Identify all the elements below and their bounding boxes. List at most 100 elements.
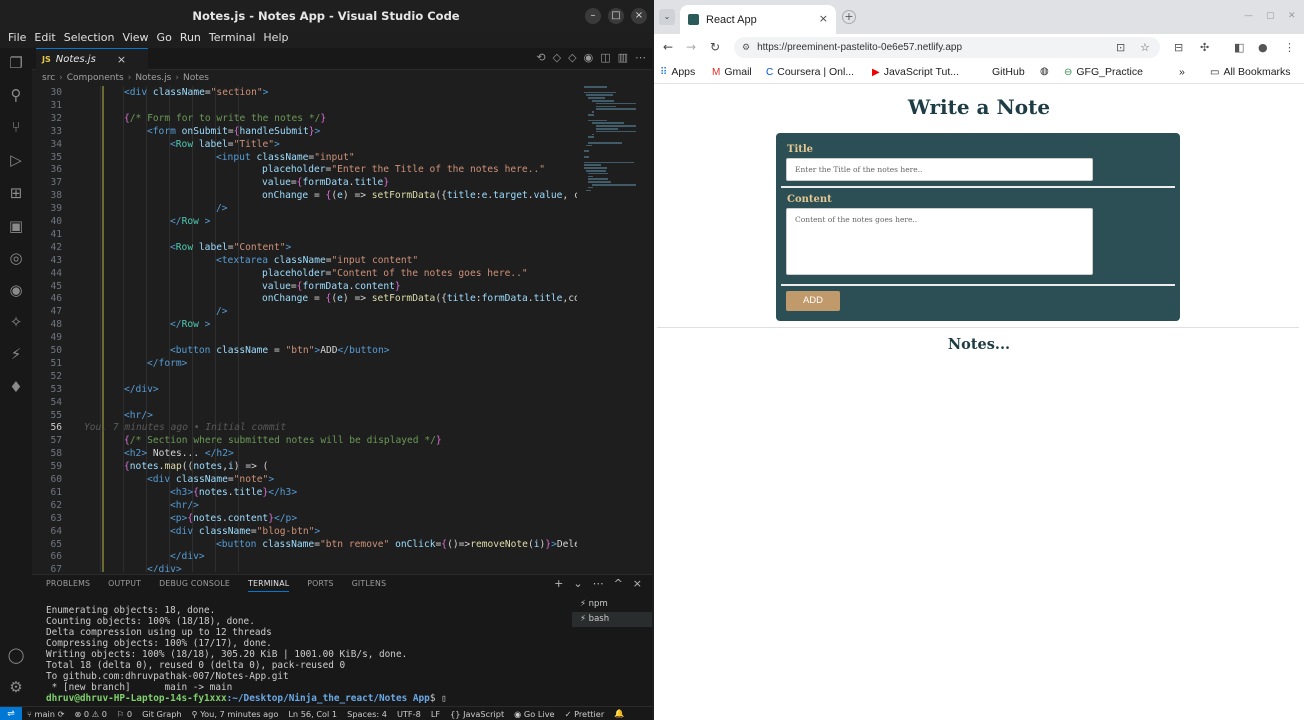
terminal-dropdown-icon[interactable]: ⌄ — [573, 577, 582, 590]
menu-item-selection[interactable]: Selection — [60, 32, 119, 46]
breadcrumb-item[interactable]: Components — [67, 72, 124, 84]
close-panel-icon[interactable]: × — [633, 577, 642, 590]
tab-close-icon[interactable]: × — [117, 53, 126, 66]
status-prettier[interactable]: ✓ Prettier — [560, 709, 610, 719]
browser-tab-close-icon[interactable]: × — [819, 12, 828, 25]
profile-avatar-icon[interactable]: ● — [1258, 41, 1268, 54]
breadcrumb-item[interactable]: Notes — [183, 72, 209, 84]
more-actions-icon[interactable]: ⋯ — [593, 577, 604, 590]
reload-icon[interactable]: ↻ — [710, 40, 720, 54]
extensions-icon[interactable]: ⊞ — [7, 184, 25, 202]
breadcrumb-item[interactable]: src — [42, 72, 55, 84]
browser-tab-react-app[interactable]: React App × — [680, 5, 836, 34]
menu-item-view[interactable]: View — [118, 32, 152, 46]
status-problems[interactable]: ⊗ 0 ⚠ 0 — [69, 709, 111, 719]
settings-gear-icon[interactable]: ⚙ — [7, 678, 25, 696]
install-app-icon[interactable]: ⊡ — [1116, 41, 1125, 54]
bookmark-globe[interactable]: ◍ — [1040, 66, 1049, 77]
status-branch[interactable]: ⑂ main ⟳ — [22, 709, 69, 719]
search-icon[interactable]: ⚲ — [7, 86, 25, 104]
minimap[interactable] — [580, 86, 644, 196]
forward-arrow-icon[interactable]: → — [686, 40, 696, 54]
mongodb-icon[interactable]: ♦ — [7, 378, 25, 396]
chrome-minimize-icon[interactable]: — — [1244, 11, 1253, 21]
more-actions-icon[interactable]: ⋯ — [635, 51, 646, 64]
bookmark-gmail[interactable]: M Gmail — [712, 66, 752, 78]
site-info-icon[interactable]: ⚙ — [742, 43, 750, 53]
open-changes-icon[interactable]: ⟲ — [536, 51, 545, 64]
live-server-icon[interactable]: ⚡ — [7, 345, 25, 363]
panel-tab-ports[interactable]: PORTS — [307, 579, 333, 592]
menu-item-run[interactable]: Run — [176, 32, 205, 46]
remote-explorer-icon[interactable]: ▣ — [7, 217, 25, 235]
editor-tab-notes-js[interactable]: JS Notes.js × — [36, 48, 148, 70]
maximize-panel-icon[interactable]: ^ — [614, 577, 623, 590]
bookmarks-overflow-icon[interactable]: » — [1179, 66, 1185, 78]
menu-item-terminal[interactable]: Terminal — [205, 32, 260, 46]
status-language[interactable]: {} JavaScript — [445, 709, 509, 719]
terminal-output[interactable]: Enumerating objects: 18, done. Counting o… — [46, 605, 566, 704]
panel-tab-problems[interactable]: PROBLEMS — [46, 579, 90, 592]
minimize-icon[interactable]: – — [585, 8, 601, 24]
menu-item-go[interactable]: Go — [153, 32, 176, 46]
back-arrow-icon[interactable]: ← — [663, 40, 673, 54]
next-change-icon[interactable]: ◇ — [568, 51, 576, 64]
status-position[interactable]: Ln 56, Col 1 — [283, 709, 342, 719]
remote-indicator-icon[interactable]: ⇌ — [0, 706, 22, 720]
status-spaces[interactable]: Spaces: 4 — [342, 709, 392, 719]
terminal-entry-npm[interactable]: ⚡ npm — [572, 597, 652, 612]
new-tab-icon[interactable]: + — [842, 10, 856, 24]
bookmark-github[interactable]: GitHub — [992, 66, 1025, 78]
compare-icon[interactable]: ◫ — [600, 51, 610, 64]
terminal-prompt[interactable]: dhruv@dhruv-HP-Laptop-14s-fy1xxx:~/Deskt… — [46, 693, 566, 704]
menu-item-file[interactable]: File — [4, 32, 30, 46]
run-debug-icon[interactable]: ▷ — [7, 151, 25, 169]
menu-item-edit[interactable]: Edit — [30, 32, 59, 46]
bookmark-coursera[interactable]: C Coursera | Onl... — [766, 66, 854, 78]
add-button[interactable]: ADD — [786, 291, 840, 311]
terminal-entry-bash[interactable]: ⚡ bash — [572, 612, 652, 627]
title-input[interactable]: Enter the Title of the notes here.. — [786, 158, 1093, 181]
close-icon[interactable]: × — [631, 8, 647, 24]
split-editor-icon[interactable]: ▥ — [618, 51, 628, 64]
gitlens-icon[interactable]: ◎ — [7, 249, 25, 267]
new-terminal-icon[interactable]: + — [554, 577, 563, 590]
maximize-icon[interactable]: □ — [608, 8, 624, 24]
status-ports[interactable]: ⚐ 0 — [112, 709, 137, 719]
code-editor[interactable]: 30 <div className="section"> 31 32 {/* Form … — [32, 86, 577, 572]
panel-tab-terminal[interactable]: TERMINAL — [248, 579, 290, 592]
menu-item-help[interactable]: Help — [259, 32, 292, 46]
account-icon[interactable]: ◯ — [7, 646, 25, 664]
code-token: <div — [170, 525, 199, 537]
bookmark-gfg-practice[interactable]: ⊖ GFG_Practice — [1064, 66, 1143, 78]
chrome-menu-icon[interactable]: ⋮ — [1284, 41, 1295, 54]
chrome-maximize-icon[interactable]: ▢ — [1266, 11, 1275, 21]
bookmark-javascript-tut[interactable]: ▶ JavaScript Tut... — [872, 66, 959, 78]
translate-icon[interactable]: ⊟ — [1174, 41, 1183, 54]
git-graph-icon[interactable]: ✧ — [7, 313, 25, 331]
status-blame[interactable]: ⚲ You, 7 minutes ago — [187, 709, 284, 719]
status-git-graph[interactable]: Git Graph — [137, 709, 187, 719]
status-eol[interactable]: LF — [426, 709, 445, 719]
tab-search-icon[interactable]: ⌄ — [659, 9, 675, 25]
status-encoding[interactable]: UTF-8 — [392, 709, 426, 719]
explorer-icon[interactable]: ❐ — [7, 54, 25, 72]
side-panel-icon[interactable]: ◧ — [1234, 41, 1244, 54]
source-control-icon[interactable]: ⑂ — [7, 118, 25, 136]
status-go-live[interactable]: ◉ Go Live — [509, 709, 559, 719]
address-bar[interactable]: ⚙ https://preeminent-pastelito-0e6e57.ne… — [734, 37, 1160, 58]
notifications-bell-icon[interactable]: 🔔 — [609, 708, 629, 719]
extensions-puzzle-icon[interactable]: ✣ — [1200, 41, 1209, 54]
all-bookmarks[interactable]: ▭ All Bookmarks — [1210, 66, 1291, 78]
go-live-preview-icon[interactable]: ◉ — [584, 51, 594, 64]
bookmark-apps[interactable]: ⠿ Apps — [660, 66, 695, 78]
panel-tab-debug-console[interactable]: DEBUG CONSOLE — [159, 579, 230, 592]
chrome-close-icon[interactable]: ✕ — [1288, 11, 1296, 21]
content-textarea[interactable]: Content of the notes goes here.. — [786, 208, 1093, 275]
previous-change-icon[interactable]: ◇ — [553, 51, 561, 64]
breadcrumb-item[interactable]: Notes.js — [135, 72, 171, 84]
github-icon[interactable]: ◉ — [7, 281, 25, 299]
bookmark-star-icon[interactable]: ☆ — [1140, 41, 1150, 54]
panel-tab-gitlens[interactable]: GITLENS — [352, 579, 387, 592]
panel-tab-output[interactable]: OUTPUT — [108, 579, 141, 592]
